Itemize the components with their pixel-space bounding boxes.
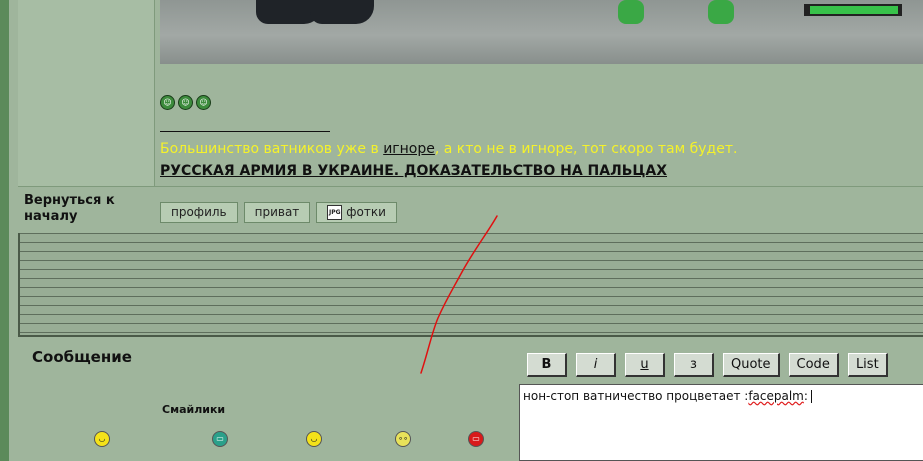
red-annotation-line xyxy=(420,215,498,374)
